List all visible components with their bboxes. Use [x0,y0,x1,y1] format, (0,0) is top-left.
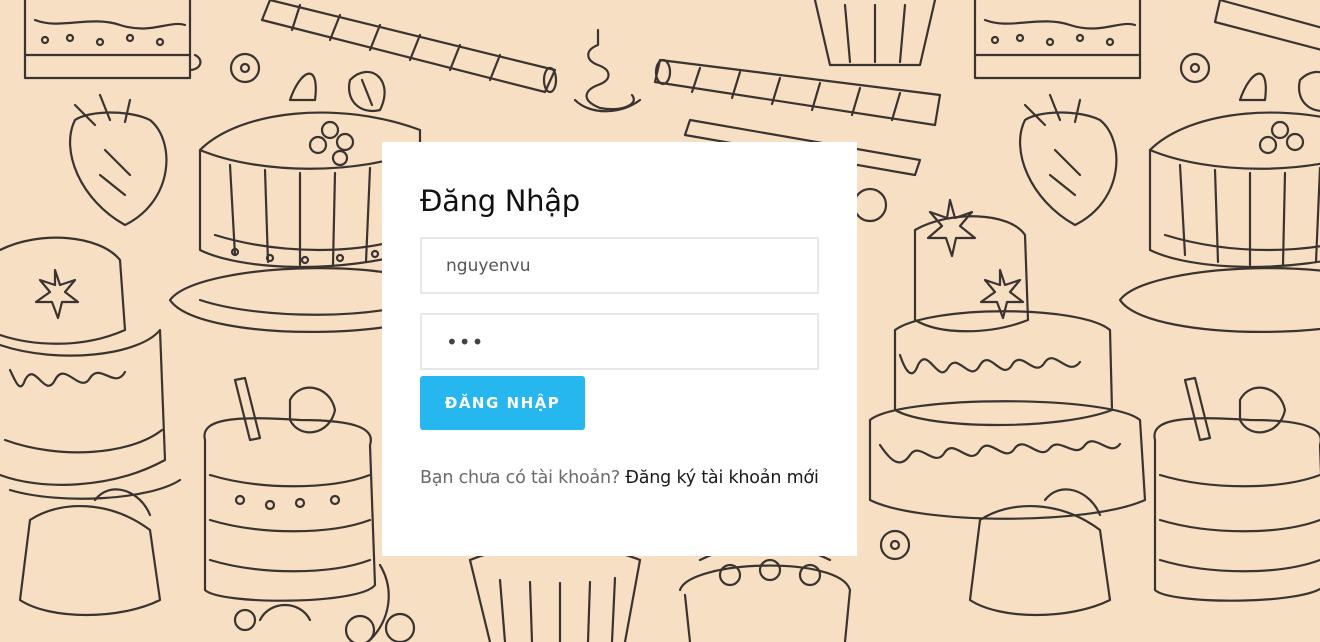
login-title: Đăng Nhập [420,184,580,218]
login-button[interactable]: ĐĂNG NHẬP [420,376,585,430]
username-input[interactable] [420,237,819,294]
register-line: Bạn chưa có tài khoản? Đăng ký tài khoản… [420,468,819,488]
register-link[interactable]: Đăng ký tài khoản mới [625,468,818,488]
register-prompt: Bạn chưa có tài khoản? [420,468,621,488]
password-input[interactable] [420,313,819,370]
login-card: Đăng Nhập ĐĂNG NHẬP Bạn chưa có tài khoả… [382,142,857,556]
